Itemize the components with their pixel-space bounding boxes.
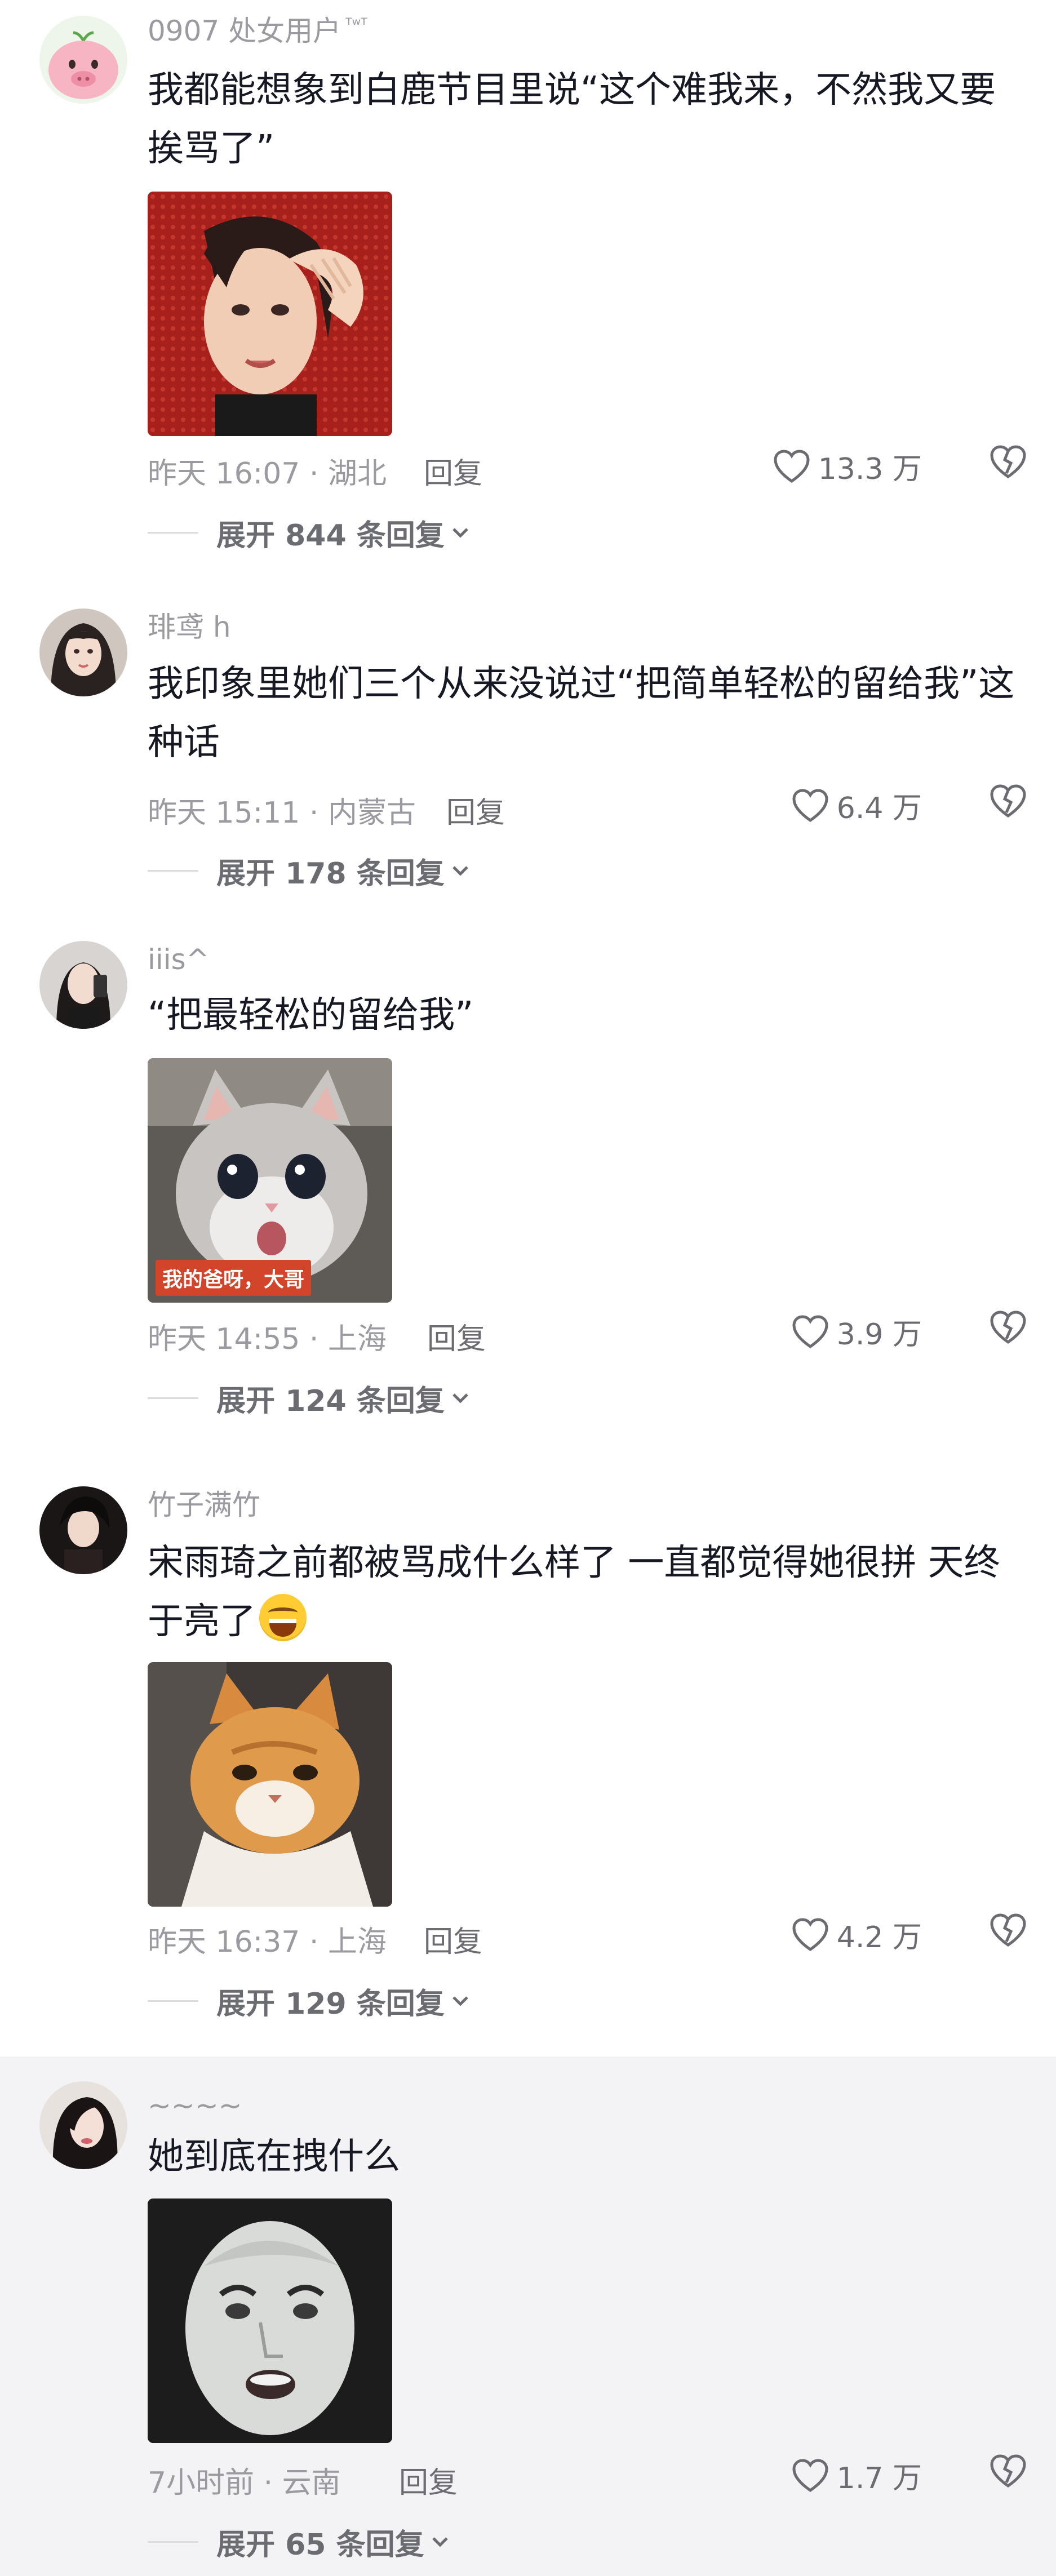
sticker-caption: 我的爸呀，大哥 (156, 1260, 312, 1296)
avatar[interactable] (39, 16, 127, 104)
divider (148, 1397, 198, 1399)
comment-image[interactable] (148, 1662, 392, 1907)
expand-label: 展开 129 条回复 (216, 1987, 445, 2021)
heart-outline-icon (792, 1314, 828, 1348)
comment-image[interactable] (148, 192, 392, 436)
heart-outline-icon (792, 1917, 828, 1951)
comment-meta: 昨天 15:11 · 内蒙古 回复 6.4 万 (148, 784, 1027, 830)
avatar[interactable] (39, 609, 127, 696)
woman-touching-hair-sticker (148, 192, 392, 436)
like-button[interactable]: 13.3 万 (773, 445, 922, 487)
expand-label: 展开 178 条回复 (216, 856, 445, 891)
divider (148, 2541, 198, 2543)
like-count: 6.4 万 (836, 792, 922, 825)
like-button[interactable]: 3.9 万 (792, 1311, 922, 1353)
heart-outline-icon (774, 449, 810, 483)
comment-item: 琲鸢 h 我印象里她们三个从来没说过“把简单轻松的留给我”这种话 昨天 15:1… (0, 586, 1056, 924)
username[interactable]: iiis^ (148, 945, 210, 974)
comment-image[interactable]: 我的爸呀，大哥 (148, 1058, 392, 1303)
expand-replies[interactable]: 展开 129 条回复 (148, 1981, 471, 2021)
username[interactable]: ~~~~ (148, 2091, 242, 2120)
username[interactable]: 0907 处女用户 ᵀʷᵀ (148, 15, 367, 47)
time-location: 昨天 16:37 · 上海 (148, 1925, 387, 1959)
like-button[interactable]: 1.7 万 (792, 2454, 922, 2497)
reply-button[interactable]: 回复 (424, 450, 482, 492)
comment-meta: 昨天 16:37 · 上海 回复 4.2 万 (148, 1913, 1027, 1959)
dislike-button[interactable] (990, 1913, 1027, 1947)
comment-item: ~~~~ 她到底在拽什么 7小时前 · 云南 回复 1.7 万 展开 65 条回… (0, 2057, 1056, 2576)
avatar[interactable] (39, 1486, 127, 1574)
white-face-sticker (148, 2199, 392, 2443)
time-location: 昨天 16:07 · 湖北 (148, 457, 387, 491)
broken-heart-icon (990, 784, 1026, 818)
username-suffix: ᵀʷᵀ (345, 15, 367, 35)
username-text: 0907 处女用户 (148, 15, 341, 47)
comment-item: 竹子满竹 宋雨琦之前都被骂成什么样了 一直都觉得她很拼 天终于亮了 昨天 16:… (0, 1465, 1056, 2057)
comment-text: 我印象里她们三个从来没说过“把简单轻松的留给我”这种话 (148, 663, 1015, 763)
comment-meta: 7小时前 · 云南 回复 1.7 万 (148, 2454, 1027, 2500)
username[interactable]: 琲鸢 h (148, 613, 231, 641)
chevron-down-icon (452, 866, 468, 876)
comment-item: 0907 处女用户 ᵀʷᵀ 我都能想象到白鹿节目里说“这个难我来，不然我又要挨骂了… (0, 0, 1056, 586)
dislike-button[interactable] (990, 1311, 1027, 1344)
like-count: 13.3 万 (818, 452, 922, 486)
comment-item: iiis^ “把最轻松的留给我” 我的爸呀，大哥 昨天 14:55 · 上海 回… (0, 924, 1056, 1465)
comment-text: 宋雨琦之前都被骂成什么样了 一直都觉得她很拼 天终于亮了 (148, 1534, 1027, 1651)
like-button[interactable]: 6.4 万 (792, 784, 922, 827)
broken-heart-icon (990, 1311, 1026, 1344)
expand-replies[interactable]: 展开 844 条回复 (148, 513, 471, 553)
like-button[interactable]: 4.2 万 (792, 1913, 922, 1956)
chevron-down-icon (452, 528, 468, 538)
dislike-button[interactable] (990, 2454, 1027, 2488)
reply-button[interactable]: 回复 (399, 2459, 458, 2501)
expand-replies[interactable]: 展开 124 条回复 (148, 1378, 471, 1418)
username[interactable]: 竹子满竹 (148, 1491, 260, 1519)
orange-cat-sticker (148, 1662, 392, 1907)
comment-text: “把最轻松的留给我” (148, 994, 474, 1036)
dislike-button[interactable] (990, 784, 1027, 818)
grinning-sweat-emoji (259, 1594, 307, 1641)
like-count: 1.7 万 (836, 2462, 922, 2495)
expand-label: 展开 65 条回复 (216, 2528, 424, 2562)
expand-replies[interactable]: 展开 65 条回复 (148, 2522, 450, 2562)
comment-meta: 昨天 16:07 · 湖北 回复 13.3 万 (148, 445, 1027, 491)
comment-text: 我都能想象到白鹿节目里说“这个难我来，不然我又要挨骂了” (148, 69, 996, 170)
reply-button[interactable]: 回复 (427, 1315, 486, 1357)
chevron-down-icon (452, 1996, 468, 2006)
like-count: 3.9 万 (836, 1318, 922, 1352)
time-location: 昨天 14:55 · 上海 (148, 1322, 387, 1356)
reply-button[interactable]: 回复 (424, 1918, 482, 1960)
expand-label: 展开 844 条回复 (216, 518, 445, 553)
heart-outline-icon (792, 788, 828, 822)
avatar[interactable] (39, 941, 127, 1029)
avatar[interactable] (39, 2081, 127, 2169)
expand-replies[interactable]: 展开 178 条回复 (148, 851, 471, 891)
time-location: 7小时前 · 云南 (148, 2466, 341, 2500)
broken-heart-icon (990, 445, 1026, 479)
comment-text: 她到底在拽什么 (148, 2136, 400, 2178)
like-count: 4.2 万 (836, 1921, 922, 1955)
reply-button[interactable]: 回复 (446, 789, 505, 831)
divider (148, 531, 198, 534)
dislike-button[interactable] (990, 445, 1027, 479)
divider (148, 869, 198, 872)
chevron-down-icon (432, 2537, 448, 2547)
heart-outline-icon (792, 2458, 828, 2492)
expand-label: 展开 124 条回复 (216, 1384, 445, 1418)
time-location: 昨天 15:11 · 内蒙古 (148, 796, 416, 830)
chevron-down-icon (452, 1393, 468, 1404)
divider (148, 2000, 198, 2002)
comment-image[interactable] (148, 2199, 392, 2443)
broken-heart-icon (990, 1913, 1026, 1947)
comment-meta: 昨天 14:55 · 上海 回复 3.9 万 (148, 1311, 1027, 1356)
broken-heart-icon (990, 2454, 1026, 2488)
